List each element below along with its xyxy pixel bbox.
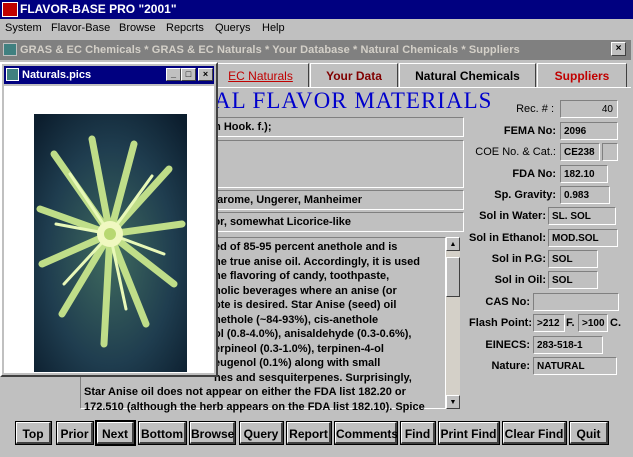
app-titlebar: FLAVOR-BASE PRO "2001" [0, 0, 633, 19]
coe-category-field[interactable] [602, 143, 618, 161]
fda-label: FDA No: [512, 168, 556, 180]
app-title: FLAVOR-BASE PRO "2001" [20, 2, 177, 16]
tab-ec-naturals[interactable]: EC Naturals [212, 63, 309, 87]
nature-field[interactable]: NATURAL [533, 357, 617, 375]
flash-point-label: Flash Point: [469, 317, 532, 329]
rec-number-field[interactable]: 40 [560, 100, 618, 118]
flash-c-unit: C. [610, 317, 621, 329]
top-button[interactable]: Top [15, 421, 52, 445]
close-icon[interactable]: × [611, 42, 626, 56]
scroll-down-icon[interactable]: ▼ [446, 395, 460, 409]
quit-button[interactable]: Quit [569, 421, 609, 445]
description-line: Star Anise oil does not appear on either… [84, 386, 406, 398]
sol-pg-field[interactable]: SOL [548, 250, 598, 268]
description-scrollbar[interactable]: ▲ ▼ [446, 237, 460, 409]
description-line: 172.510 (although the herb appears on th… [84, 400, 425, 413]
flash-f-unit: F. [566, 317, 575, 329]
sol-water-label: Sol in Water: [479, 210, 546, 222]
comments-button[interactable]: Comments [334, 421, 398, 445]
sol-oil-label: Sol in Oil: [494, 274, 546, 286]
tab-your-data-label: Your Data [326, 69, 382, 83]
sol-water-field[interactable]: SL. SOL [548, 207, 616, 225]
close-icon[interactable]: × [198, 68, 213, 81]
report-button[interactable]: Report [286, 421, 332, 445]
flash-f-field[interactable]: >212 [533, 314, 565, 332]
sol-ethanol-label: Sol in Ethanol: [469, 232, 546, 244]
app-logo-icon [2, 2, 18, 17]
window-icon [3, 43, 17, 56]
pictures-window-title: Naturals.pics [22, 69, 92, 81]
flash-c-field[interactable]: >100 [578, 314, 608, 332]
coe-field[interactable]: CE238 [560, 143, 600, 161]
common-names-field[interactable] [196, 140, 464, 188]
fema-label: FEMA No: [503, 125, 556, 137]
sp-gravity-field[interactable]: 0.983 [560, 186, 610, 204]
menu-flavor-base[interactable]: Flavor-Base [51, 22, 110, 34]
child-window-title: GRAS & EC Chemicals * GRAS & EC Naturals… [20, 44, 520, 56]
page-title: AL FLAVOR MATERIALS [214, 88, 493, 113]
cas-field[interactable] [533, 293, 619, 311]
menu-browse[interactable]: Browse [119, 22, 156, 34]
coe-label: COE No. & Cat.: [475, 146, 556, 158]
minimize-icon[interactable]: _ [166, 68, 181, 81]
picture-area [4, 86, 214, 373]
query-button[interactable]: Query [239, 421, 284, 445]
sol-oil-field[interactable]: SOL [548, 271, 598, 289]
tab-suppliers-label: Suppliers [554, 69, 610, 83]
scroll-up-icon[interactable]: ▲ [446, 237, 460, 251]
print-find-button[interactable]: Print Find [438, 421, 500, 445]
pictures-window-titlebar[interactable]: Naturals.pics _ □ × [4, 66, 214, 84]
fema-field[interactable]: 2096 [560, 122, 618, 140]
menu-querys[interactable]: Querys [215, 22, 250, 34]
maximize-icon[interactable]: □ [181, 68, 196, 81]
tab-natural-chemicals[interactable]: Natural Chemicals [399, 63, 536, 87]
next-button[interactable]: Next [95, 420, 136, 446]
menu-bar: System Flavor-Base Browse Repcrts Querys… [0, 19, 633, 38]
cas-label: CAS No: [485, 296, 530, 308]
scroll-thumb[interactable] [446, 257, 460, 297]
sol-ethanol-field[interactable]: MOD.SOL [548, 229, 618, 247]
pictures-window[interactable]: Naturals.pics _ □ × [0, 62, 218, 377]
child-window-titlebar: GRAS & EC Chemicals * GRAS & EC Naturals… [0, 40, 631, 60]
einecs-field[interactable]: 283-518-1 [533, 336, 603, 354]
prior-button[interactable]: Prior [56, 421, 94, 445]
menu-reports[interactable]: Repcrts [166, 22, 204, 34]
tab-your-data[interactable]: Your Data [310, 63, 398, 87]
tab-natural-chemicals-label: Natural Chemicals [415, 69, 520, 83]
star-anise-flower-image [34, 114, 187, 372]
menu-help[interactable]: Help [262, 22, 285, 34]
sp-gravity-label: Sp. Gravity: [494, 189, 556, 201]
einecs-label: EINECS: [485, 339, 530, 351]
bottom-button[interactable]: Bottom [138, 421, 187, 445]
tab-suppliers[interactable]: Suppliers [537, 63, 627, 87]
tab-ec-naturals-label: EC Naturals [228, 69, 293, 83]
suppliers-field[interactable]: Polarome, Ungerer, Manheimer [196, 190, 464, 210]
rec-label: Rec. # : [516, 103, 554, 115]
find-button[interactable]: Find [400, 421, 436, 445]
browse-button[interactable]: Browse [189, 421, 236, 445]
fda-field[interactable]: 182.10 [560, 165, 608, 183]
nature-label: Nature: [491, 360, 530, 372]
sol-pg-label: Sol in P.G: [491, 253, 546, 265]
botanical-name-field[interactable]: rum Hook. f.); [196, 117, 464, 137]
odor-field[interactable]: odor, somewhat Licorice-like [196, 212, 464, 232]
clear-find-button[interactable]: Clear Find [502, 421, 567, 445]
menu-system[interactable]: System [5, 22, 42, 34]
window-icon [6, 68, 19, 81]
